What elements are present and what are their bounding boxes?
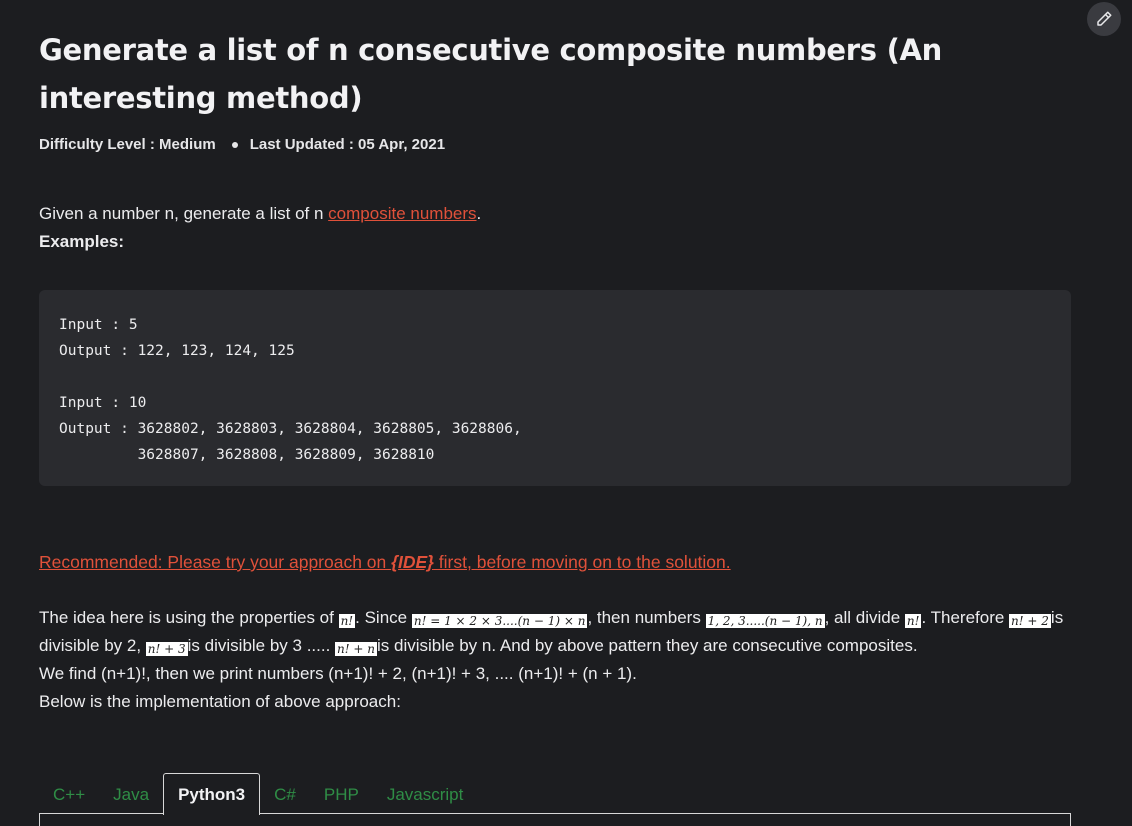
p1-text-d: , all divide (824, 608, 905, 627)
tab-python3[interactable]: Python3 (163, 773, 261, 815)
math-nfact-plus-2: n! + 2 (1009, 614, 1051, 628)
p1-text-a: The idea here is using the properties of (39, 608, 339, 627)
language-tabs: C++ Java Python3 C# PHP Javascript (39, 772, 478, 815)
edit-button[interactable] (1087, 2, 1121, 36)
tab-java[interactable]: Java (99, 774, 163, 814)
p1-text-b: . Since (355, 608, 412, 627)
math-nfact-plus-3: n! + 3 (145, 642, 188, 656)
difficulty-level: Difficulty Level : Medium (39, 136, 216, 153)
p1-text-h: is divisible by 3 ..... (187, 636, 336, 655)
example-code-block: Input : 5 Output : 122, 123, 124, 125 In… (39, 290, 1071, 486)
composite-numbers-link[interactable]: composite numbers (328, 204, 476, 223)
method-paragraph: We find (n+1)!, then we print numbers (n… (39, 664, 637, 683)
p1-text-c: , then numbers (587, 608, 706, 627)
p1-text-g: divisible by 2, (39, 636, 146, 655)
intro-text: Given a number n, generate a list of n (39, 204, 329, 223)
article-page: Generate a list of n consecutive composi… (0, 0, 1132, 826)
example-code: Input : 5 Output : 122, 123, 124, 125 In… (59, 317, 522, 463)
p1-text-e: . Therefore (921, 608, 1010, 627)
article-meta: Difficulty Level : Medium Last Updated :… (39, 136, 445, 153)
tab-csharp[interactable]: C# (260, 774, 310, 814)
p1-text-i: is divisible by n. And by above pattern … (377, 636, 918, 655)
recommended-link[interactable]: Recommended: Please try your approach on… (39, 552, 731, 573)
math-n-factorial: n! (338, 614, 356, 628)
explanation-paragraph: The idea here is using the properties of… (39, 604, 1079, 660)
ide-link[interactable]: {IDE} (391, 552, 434, 572)
tab-cpp[interactable]: C++ (39, 774, 99, 814)
implementation-intro: Below is the implementation of above app… (39, 692, 401, 711)
math-n-factorial-2: n! (904, 614, 922, 628)
separator-dot (231, 141, 238, 148)
tab-php[interactable]: PHP (310, 774, 373, 814)
pencil-icon (1097, 11, 1112, 26)
intro-suffix: . (476, 204, 482, 223)
page-title: Generate a list of n consecutive composi… (39, 33, 943, 115)
intro-paragraph: Given a number n, generate a list of n c… (39, 200, 481, 256)
math-factorial-definition: n! = 1 × 2 × 3....(n − 1) × n (411, 614, 588, 628)
math-number-sequence: 1, 2, 3.....(n − 1), n (705, 614, 825, 628)
tab-javascript[interactable]: Javascript (373, 774, 478, 814)
p1-text-f: is (1050, 608, 1064, 627)
examples-label: Examples: (39, 232, 125, 251)
last-updated: Last Updated : 05 Apr, 2021 (249, 136, 446, 153)
explanation: The idea here is using the properties of… (39, 604, 1079, 716)
recommend-prefix: Recommended: Please try your approach on (39, 552, 392, 572)
recommend-suffix: first, before moving on to the solution. (433, 552, 731, 572)
math-nfact-plus-n: n! + n (335, 642, 378, 656)
